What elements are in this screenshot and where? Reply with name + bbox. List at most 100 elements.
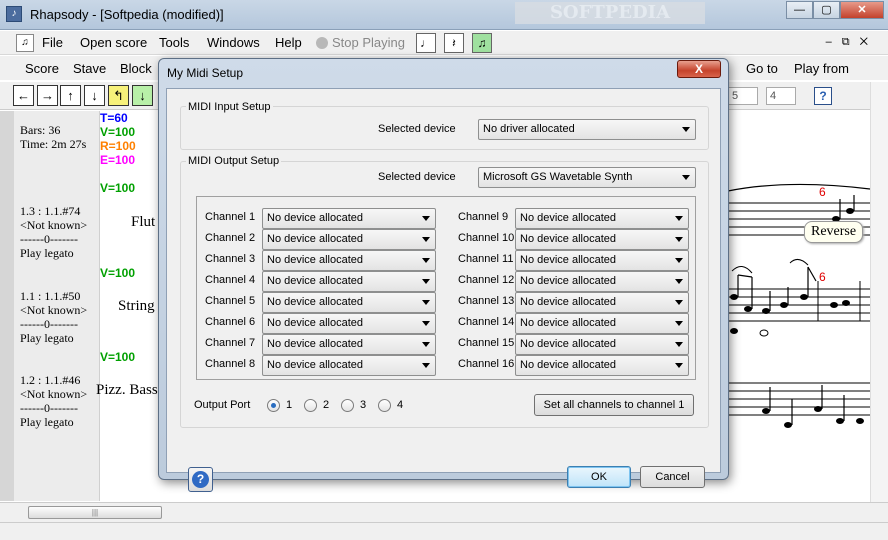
channel-device-select[interactable]: No device allocated <box>262 355 436 376</box>
close-button[interactable]: ✕ <box>840 1 884 19</box>
input-device-select[interactable]: No driver allocated <box>478 119 696 140</box>
scroll-thumb[interactable]: ||| <box>28 506 162 519</box>
cancel-button[interactable]: Cancel <box>640 466 705 488</box>
chevron-down-icon <box>675 321 683 326</box>
channel-device-value: No device allocated <box>520 254 617 266</box>
left-arrow-button[interactable]: ← <box>13 85 34 106</box>
menu-tools[interactable]: Tools <box>159 35 189 50</box>
channel-label: Channel 10 <box>458 232 515 244</box>
menu-bar: ♫ File Open score Tools Windows Help Sto… <box>0 31 888 55</box>
spin-input-2[interactable]: 4 <box>766 87 796 105</box>
horizontal-scrollbar[interactable]: ||| <box>0 502 888 522</box>
channel-device-select[interactable]: No device allocated <box>515 271 689 292</box>
menu-windows[interactable]: Windows <box>207 35 260 50</box>
channel-label: Channel 16 <box>458 358 515 370</box>
app-title-bar: ♪ Rhapsody - [Softpedia (modified)] SOFT… <box>0 0 888 30</box>
menu-help[interactable]: Help <box>275 35 302 50</box>
block-separator: ------0------- <box>20 232 78 246</box>
total-time: Time: 2m 27s <box>20 137 87 151</box>
mdi-window-controls[interactable]: –⧉✕ <box>826 36 878 49</box>
channel-device-select[interactable]: No device allocated <box>262 250 436 271</box>
channel-label: Channel 8 <box>205 358 256 370</box>
jump-down-button[interactable]: ↓ <box>132 85 153 106</box>
channel-device-value: No device allocated <box>267 317 364 329</box>
block-style: Play legato <box>20 415 74 429</box>
chevron-down-icon <box>675 258 683 263</box>
block-position: 1.1 : 1.1.#50 <box>20 289 81 303</box>
menu-stave[interactable]: Stave <box>73 61 106 76</box>
vertical-scrollbar[interactable] <box>870 82 888 502</box>
document-icon[interactable]: ♫ <box>16 34 34 52</box>
dialog-title: My Midi Setup <box>167 66 244 80</box>
channel-device-value: No device allocated <box>520 296 617 308</box>
channel-device-value: No device allocated <box>520 233 617 245</box>
channel-device-select[interactable]: No device allocated <box>515 355 689 376</box>
port-radio-2[interactable] <box>304 399 317 412</box>
staff-notation <box>728 183 870 428</box>
chevron-down-icon <box>422 342 430 347</box>
channel-device-select[interactable]: No device allocated <box>262 208 436 229</box>
window-title: Rhapsody - [Softpedia (modified)] <box>30 7 224 22</box>
channel-device-select[interactable]: No device allocated <box>262 313 436 334</box>
e-marker: E=100 <box>100 153 136 167</box>
port-radio-3[interactable] <box>341 399 354 412</box>
beamed-notes-button[interactable]: ♫ <box>472 33 492 53</box>
port-radio-label: 2 <box>323 399 330 411</box>
channel-device-select[interactable]: No device allocated <box>515 334 689 355</box>
ok-button[interactable]: OK <box>567 466 631 488</box>
spin-input-1[interactable]: 5 <box>728 87 758 105</box>
channel-device-select[interactable]: No device allocated <box>262 292 436 313</box>
set-all-channels-button[interactable]: Set all channels to channel 1 <box>534 394 694 416</box>
port-radio-label: 1 <box>286 399 293 411</box>
quarter-note-button[interactable]: ♩ <box>416 33 436 53</box>
output-device-select[interactable]: Microsoft GS Wavetable Synth <box>478 167 696 188</box>
chevron-down-icon <box>422 237 430 242</box>
channel-device-select[interactable]: No device allocated <box>515 250 689 271</box>
port-radio-1[interactable] <box>267 399 280 412</box>
stop-playing-button[interactable]: Stop Playing <box>332 35 405 50</box>
block-known: <Not known> <box>20 387 88 401</box>
jump-back-button[interactable]: ↰ <box>108 85 129 106</box>
channel-device-value: No device allocated <box>267 275 364 287</box>
input-device-value: No driver allocated <box>483 123 575 135</box>
instrument-label: Pizz. Bass <box>96 382 158 398</box>
block-separator: ------0------- <box>20 317 78 331</box>
port-radio-label: 3 <box>360 399 367 411</box>
channel-device-select[interactable]: No device allocated <box>262 271 436 292</box>
chevron-down-icon <box>422 300 430 305</box>
chevron-down-icon <box>422 363 430 368</box>
block-known: <Not known> <box>20 218 88 232</box>
tempo-marker: T=60 <box>100 111 128 125</box>
channel-device-value: No device allocated <box>267 254 364 266</box>
channel-device-select[interactable]: No device allocated <box>262 334 436 355</box>
port-radio-4[interactable] <box>378 399 391 412</box>
dialog-help-button[interactable]: ? <box>188 467 213 492</box>
block-position: 1.3 : 1.1.#74 <box>20 204 81 218</box>
channel-device-select[interactable]: No device allocated <box>262 229 436 250</box>
menu-open-score[interactable]: Open score <box>80 35 147 50</box>
channel-device-select[interactable]: No device allocated <box>515 208 689 229</box>
midi-setup-dialog: My Midi Setup X MIDI Input Setup Selecte… <box>158 58 729 492</box>
maximize-button[interactable]: ▢ <box>813 1 840 19</box>
menu-block[interactable]: Block <box>120 61 152 76</box>
right-arrow-button[interactable]: → <box>37 85 58 106</box>
minimize-button[interactable]: — <box>786 1 813 19</box>
rest-button[interactable]: 𝄽 <box>444 33 464 53</box>
menu-score[interactable]: Score <box>25 61 59 76</box>
dialog-close-button[interactable]: X <box>677 60 721 78</box>
channel-device-select[interactable]: No device allocated <box>515 313 689 334</box>
menu-file[interactable]: File <box>42 35 63 50</box>
menu-play-from[interactable]: Play from <box>794 61 849 76</box>
help-icon[interactable]: ? <box>814 87 832 105</box>
channel-device-value: No device allocated <box>267 212 364 224</box>
down-arrow-button[interactable]: ↓ <box>84 85 105 106</box>
up-arrow-button[interactable]: ↑ <box>60 85 81 106</box>
channel-label: Channel 4 <box>205 274 256 286</box>
menu-go-to[interactable]: Go to <box>746 61 778 76</box>
channel-device-select[interactable]: No device allocated <box>515 292 689 313</box>
channel-device-value: No device allocated <box>267 296 364 308</box>
channel-label: Channel 5 <box>205 295 256 307</box>
watermark-logo: SOFTPEDIA <box>515 2 705 24</box>
channel-device-select[interactable]: No device allocated <box>515 229 689 250</box>
channel-label: Channel 13 <box>458 295 515 307</box>
